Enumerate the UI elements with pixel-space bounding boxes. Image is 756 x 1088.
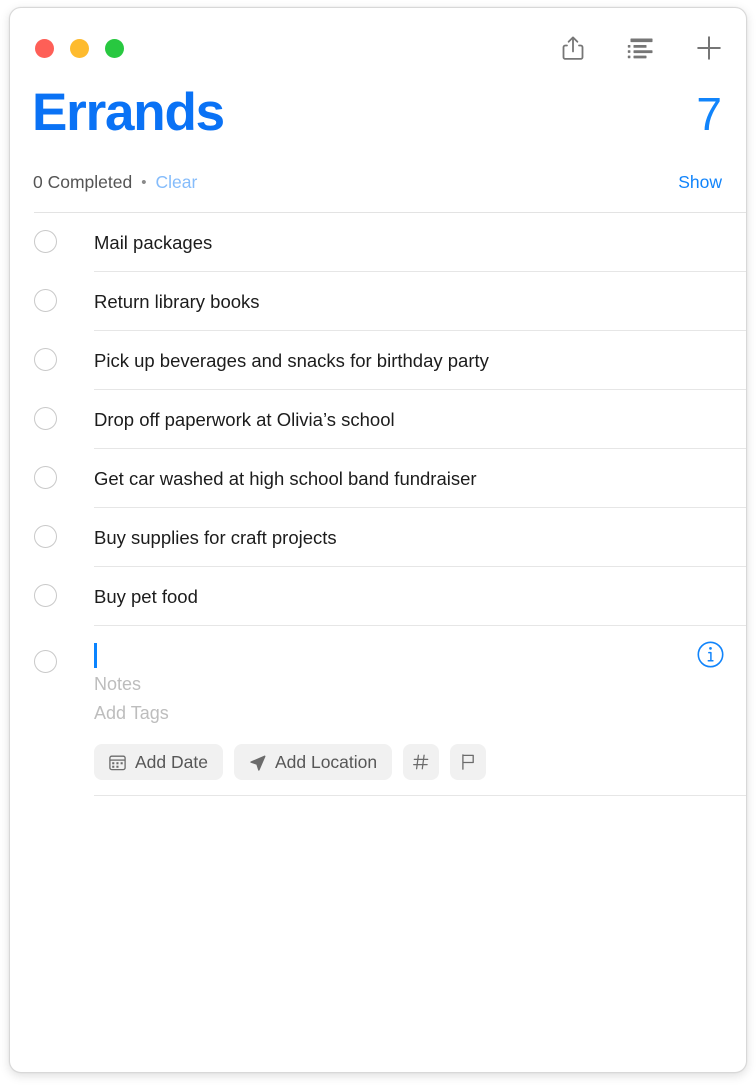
reminder-checkbox[interactable] — [34, 230, 57, 253]
add-tag-button[interactable] — [403, 744, 440, 780]
reminder-body: Pick up beverages and snacks for birthda… — [94, 331, 746, 390]
reminder-checkbox[interactable] — [34, 525, 57, 548]
add-date-label: Add Date — [135, 751, 208, 772]
completed-toolbar: 0 Completed • Clear Show — [10, 167, 746, 197]
list-header: Errands 7 — [10, 86, 746, 139]
reminder-title[interactable]: Buy supplies for craft projects — [94, 508, 736, 567]
reminder-row[interactable]: Get car washed at high school band fundr… — [10, 449, 746, 508]
new-reminder-actions: Add Date Add Location — [94, 744, 746, 796]
list-count-badge: 7 — [696, 88, 722, 140]
plus-icon — [697, 36, 721, 60]
flag-icon — [462, 754, 474, 770]
reminder-row[interactable]: Mail packages — [10, 213, 746, 272]
new-reminder-row[interactable]: Notes Add Tags Add Date Add Location — [10, 626, 746, 796]
tags-input[interactable]: Add Tags — [94, 699, 746, 728]
traffic-light-buttons — [35, 39, 124, 58]
reminder-list: Mail packages Return library books Pick up… — [10, 213, 746, 626]
reminder-title[interactable]: Get car washed at high school band fundr… — [94, 449, 736, 508]
share-icon — [562, 36, 584, 60]
reminders-window: Errands 7 0 Completed • Clear Show Mail … — [9, 7, 747, 1073]
reminder-title[interactable]: Mail packages — [94, 213, 736, 272]
reminder-body: Mail packages — [94, 213, 746, 272]
calendar-icon — [109, 755, 126, 770]
reminder-row[interactable]: Buy supplies for craft projects — [10, 508, 746, 567]
reminder-title[interactable]: Pick up beverages and snacks for birthda… — [94, 331, 736, 390]
completed-status-group: 0 Completed • Clear — [33, 172, 197, 193]
reminder-title[interactable]: Drop off paperwork at Olivia’s school — [94, 390, 736, 449]
list-title: Errands — [32, 83, 225, 142]
new-reminder-body: Notes Add Tags Add Date Add Location — [94, 640, 746, 796]
completed-count-label: 0 Completed — [33, 171, 133, 192]
reminder-body: Return library books — [94, 272, 746, 331]
reminder-checkbox[interactable] — [34, 289, 57, 312]
reminder-row[interactable]: Return library books — [10, 272, 746, 331]
reminder-body: Get car washed at high school band fundr… — [94, 449, 746, 508]
reminder-body: Buy supplies for craft projects — [94, 508, 746, 567]
list-view-icon — [627, 38, 653, 59]
share-button[interactable] — [557, 32, 589, 64]
reminder-checkbox[interactable] — [34, 348, 57, 371]
reminder-checkbox[interactable] — [34, 407, 57, 430]
reminder-row[interactable]: Buy pet food — [10, 567, 746, 626]
reminder-checkbox[interactable] — [34, 584, 57, 607]
navigation-arrow-icon — [250, 755, 266, 771]
reminder-title[interactable]: Buy pet food — [94, 567, 736, 626]
add-flag-button[interactable] — [450, 744, 487, 780]
add-location-label: Add Location — [274, 751, 378, 772]
editing-row-divider — [94, 795, 746, 796]
zoom-button[interactable] — [105, 39, 124, 58]
add-location-button[interactable]: Add Location — [233, 744, 393, 780]
close-button[interactable] — [35, 39, 54, 58]
window-titlebar — [10, 8, 746, 86]
add-date-button[interactable]: Add Date — [94, 744, 223, 780]
text-cursor — [94, 642, 97, 668]
reminder-row[interactable]: Drop off paperwork at Olivia’s school — [10, 390, 746, 449]
minimize-button[interactable] — [70, 39, 89, 58]
add-reminder-button[interactable] — [693, 32, 725, 64]
hashtag-icon — [413, 754, 429, 770]
reminder-title[interactable]: Return library books — [94, 272, 736, 331]
reminder-row[interactable]: Pick up beverages and snacks for birthda… — [10, 331, 746, 390]
info-circle-icon — [697, 641, 724, 668]
window-toolbar — [557, 32, 725, 64]
reminder-info-button[interactable] — [697, 641, 724, 668]
clear-completed-button[interactable]: Clear — [156, 172, 198, 193]
new-reminder-title-input[interactable] — [94, 640, 746, 670]
reminder-checkbox[interactable] — [34, 466, 57, 489]
reminder-checkbox[interactable] — [34, 650, 57, 673]
reminder-body: Drop off paperwork at Olivia’s school — [94, 390, 746, 449]
view-list-button[interactable] — [625, 32, 657, 64]
bullet-separator: • — [141, 173, 147, 191]
notes-input[interactable]: Notes — [94, 670, 746, 699]
reminder-body: Buy pet food — [94, 567, 746, 626]
show-completed-button[interactable]: Show — [678, 172, 722, 193]
